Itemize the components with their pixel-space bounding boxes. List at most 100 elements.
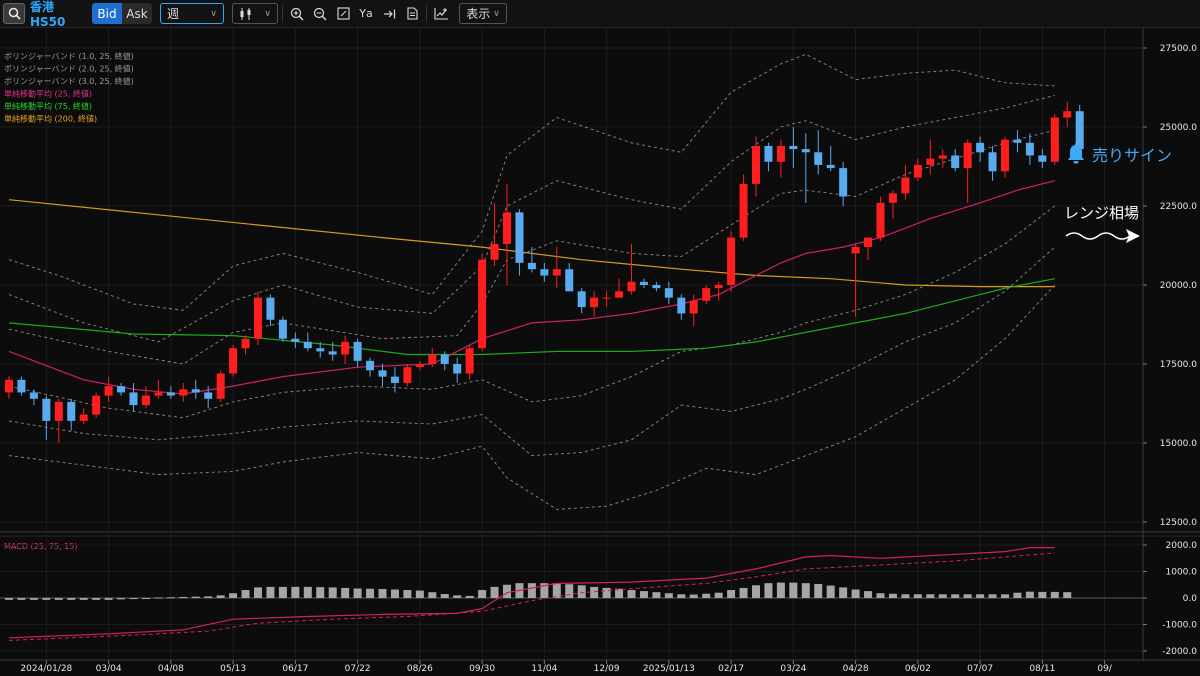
candle-body	[79, 414, 88, 421]
candle	[478, 253, 487, 352]
x-tick-label: 04/28	[843, 664, 869, 674]
candle-body	[229, 348, 238, 374]
candle-body	[789, 145, 798, 150]
x-tick-label: 07/07	[967, 664, 993, 674]
macd-histogram-bar	[801, 583, 810, 598]
symbol-name[interactable]: 香港HS50	[30, 0, 88, 29]
candle	[403, 364, 412, 387]
candle-body	[602, 297, 611, 299]
y-tick-label: 12500.0	[1160, 518, 1197, 528]
macd-histogram-bar	[739, 587, 748, 598]
candle-body	[366, 360, 375, 371]
x-tick-label: 09/	[1097, 664, 1112, 674]
range-market-annotation: レンジ相場	[1064, 202, 1144, 250]
candle-body	[17, 379, 26, 393]
candle-body	[714, 285, 723, 289]
x-tick-label: 03/24	[780, 664, 806, 674]
macd-histogram-bar	[864, 591, 873, 598]
candle-body	[204, 392, 213, 399]
zoom-out-button[interactable]	[309, 3, 331, 24]
macd-histogram-bar	[17, 598, 26, 600]
candle-body	[465, 348, 474, 374]
macd-histogram-bar	[403, 590, 412, 598]
candle-body	[851, 247, 860, 254]
candle-body	[801, 149, 810, 153]
macd-histogram-bar	[627, 590, 636, 598]
wavy-arrow-icon	[1065, 229, 1140, 243]
y-tick-label: 17500.0	[1160, 360, 1197, 370]
candle-body	[814, 152, 823, 165]
macd-histogram-bar	[166, 597, 175, 599]
candle-body	[191, 389, 200, 393]
y-tick-label: 22500.0	[1160, 202, 1197, 212]
macd-histogram-bar	[938, 594, 947, 598]
candle-body	[166, 392, 175, 396]
macd-histogram-bar	[204, 596, 213, 598]
chart-type-select[interactable]: ∨	[232, 3, 278, 24]
candle-body	[353, 341, 362, 361]
x-tick-label: 07/22	[345, 664, 371, 674]
legend-entry: ボリンジャーバンド (1.0, 25, 終値)	[4, 51, 134, 61]
y-tick-label: 27500.0	[1160, 44, 1197, 54]
y-axis-auto-button[interactable]: Yа	[355, 3, 377, 24]
candle-body	[764, 145, 773, 162]
candle-body	[926, 158, 935, 165]
macd-histogram-bar	[826, 585, 835, 598]
macd-histogram-bar	[876, 593, 885, 598]
candle-body	[652, 285, 661, 289]
macd-histogram-bar	[639, 591, 648, 598]
fit-screen-button[interactable]	[332, 3, 354, 24]
bid-button[interactable]: Bid	[92, 3, 122, 24]
macd-histogram-bar	[440, 594, 449, 598]
candle-body	[490, 243, 499, 260]
macd-histogram-bar	[565, 584, 574, 598]
candle-body	[291, 338, 300, 342]
zoom-in-button[interactable]	[286, 3, 308, 24]
macd-histogram-bar	[117, 598, 126, 600]
display-select[interactable]: 表示 ∨	[459, 3, 507, 24]
candle-body	[752, 145, 760, 184]
macd-histogram-bar	[229, 593, 238, 598]
chevron-down-icon: ∨	[264, 8, 271, 19]
symbol-search-button[interactable]	[3, 3, 25, 24]
chevron-down-icon: ∨	[210, 8, 217, 19]
candle-body	[1013, 139, 1022, 143]
document-button[interactable]	[401, 3, 423, 24]
macd-histogram-bar	[926, 594, 935, 598]
macd-histogram-bar	[702, 593, 711, 598]
chart-area[interactable]: MACD (25, 75, 15) 2/242024/01/2803/0404/…	[0, 28, 1200, 676]
legend-entry: ボリンジャーバンド (3.0, 25, 終値)	[4, 76, 134, 86]
candle-body	[129, 392, 138, 406]
candle	[229, 345, 238, 377]
macd-histogram-bar	[776, 582, 785, 598]
macd-histogram-bar	[266, 586, 275, 598]
candle-body	[552, 269, 561, 276]
candle-body	[565, 269, 574, 292]
range-market-label: レンジ相場	[1064, 204, 1140, 222]
macd-histogram-bar	[888, 593, 897, 598]
x-tick-label: 2025/01/13	[643, 664, 695, 674]
macd-histogram-bar	[465, 595, 474, 598]
legend-entry: 単純移動平均 (200, 終値)	[4, 114, 97, 124]
chart-indicator-icon	[433, 8, 448, 20]
indicator-button[interactable]	[430, 3, 452, 24]
candle-body	[1050, 117, 1059, 162]
macd-histogram-bar	[901, 594, 910, 598]
candle	[92, 392, 101, 418]
x-tick-label: 06/17	[282, 664, 308, 674]
x-tick-label: 2024/01/28	[20, 664, 72, 674]
x-tick-label: 04/08	[158, 664, 184, 674]
x-tick-label: 08/26	[407, 664, 433, 674]
ask-button[interactable]: Ask	[122, 3, 152, 24]
period-select[interactable]: 週 ∨	[160, 3, 224, 24]
macd-histogram-bar	[714, 592, 723, 598]
chevron-down-icon: ∨	[493, 8, 500, 19]
macd-histogram-bar	[241, 590, 250, 598]
candle-body	[478, 259, 487, 349]
scroll-to-latest-button[interactable]	[378, 3, 400, 24]
toolbar: 香港HS50 Bid Ask 週 ∨ ∨ Yа 表示 ∨	[0, 0, 1200, 29]
y-tick-label: 15000.0	[1160, 439, 1197, 449]
candle-body	[266, 297, 275, 320]
candle-body	[1001, 139, 1009, 172]
candle-body	[888, 193, 897, 203]
